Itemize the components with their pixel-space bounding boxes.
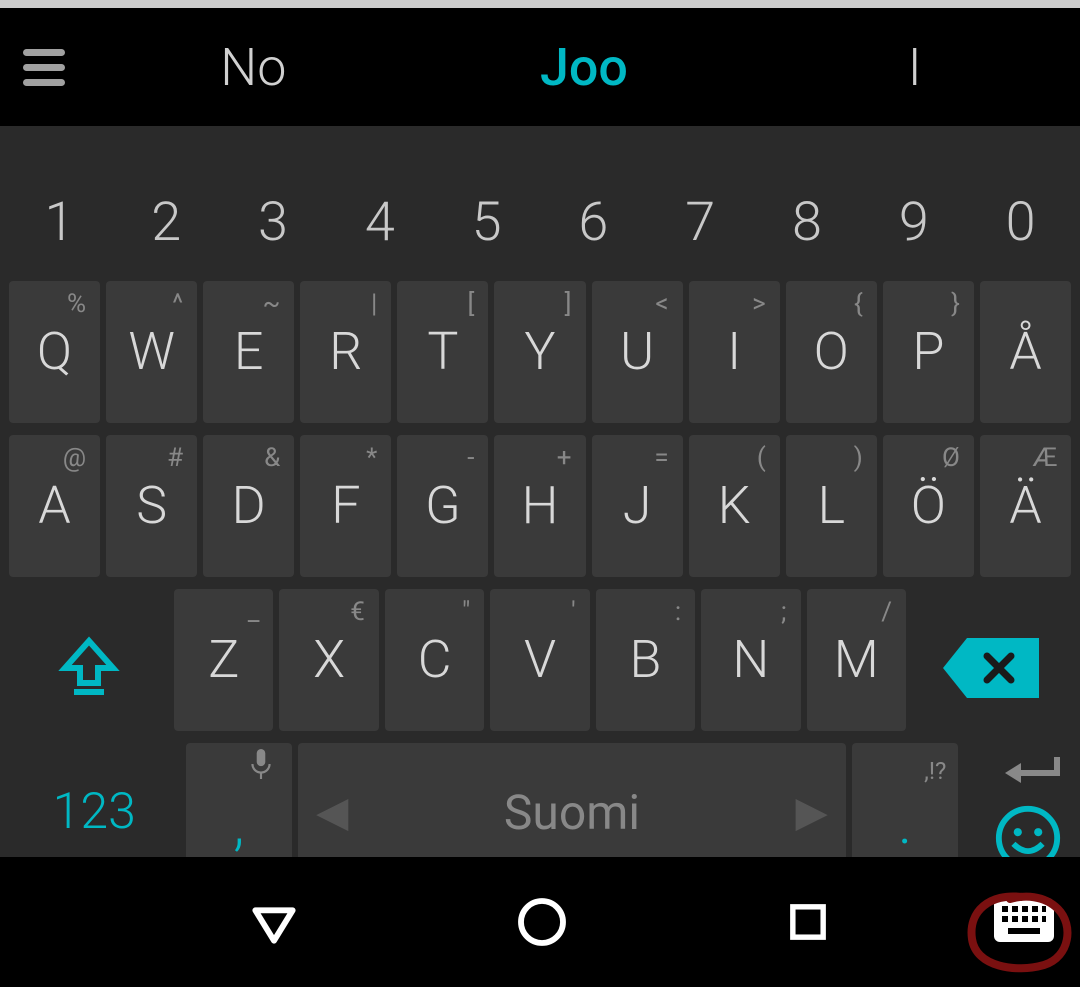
- suggestion-right[interactable]: I: [749, 37, 1080, 98]
- mic-icon: [250, 749, 272, 783]
- key-i[interactable]: >I: [689, 281, 780, 423]
- key-9[interactable]: 9: [863, 159, 964, 269]
- key-f[interactable]: *F: [300, 435, 391, 577]
- key-x[interactable]: €X: [279, 589, 378, 731]
- key-y[interactable]: ]Y: [494, 281, 585, 423]
- keyboard: 1 2 3 4 5 6 7 8 9 0 %Q ^W ~E |R [T ]Y <U…: [0, 126, 1080, 857]
- key-2[interactable]: 2: [116, 159, 217, 269]
- key-e[interactable]: ~E: [203, 281, 294, 423]
- punctuation-label: ,!?: [924, 757, 946, 785]
- key-7[interactable]: 7: [650, 159, 751, 269]
- letter-row-1: %Q ^W ~E |R [T ]Y <U >I {O }P Å: [0, 278, 1080, 426]
- key-6[interactable]: 6: [543, 159, 644, 269]
- key-m[interactable]: /M: [807, 589, 906, 731]
- number-row: 1 2 3 4 5 6 7 8 9 0: [0, 156, 1080, 272]
- key-l[interactable]: )L: [786, 435, 877, 577]
- key-c[interactable]: "C: [385, 589, 484, 731]
- back-button[interactable]: [246, 894, 302, 950]
- app-background-strip: [0, 0, 1080, 8]
- key-q[interactable]: %Q: [9, 281, 100, 423]
- key-adia[interactable]: ÆÄ: [980, 435, 1071, 577]
- key-n[interactable]: ;N: [701, 589, 800, 731]
- menu-icon[interactable]: [0, 8, 88, 126]
- next-language-icon: ▶: [795, 787, 827, 837]
- key-t[interactable]: [T: [397, 281, 488, 423]
- key-5[interactable]: 5: [436, 159, 537, 269]
- home-button[interactable]: [514, 894, 570, 950]
- prev-language-icon: ◀: [316, 787, 348, 837]
- key-d[interactable]: &D: [203, 435, 294, 577]
- key-8[interactable]: 8: [757, 159, 858, 269]
- suggestion-bar: No Joo I: [0, 8, 1080, 126]
- backspace-key[interactable]: [912, 589, 1071, 731]
- back-icon: [246, 894, 302, 950]
- key-g[interactable]: -G: [397, 435, 488, 577]
- letter-row-3: _Z €X "C 'V :B ;N /M: [0, 586, 1080, 734]
- home-icon: [514, 894, 570, 950]
- keyboard-icon: [992, 895, 1056, 945]
- key-s[interactable]: #S: [106, 435, 197, 577]
- key-b[interactable]: :B: [596, 589, 695, 731]
- key-k[interactable]: (K: [689, 435, 780, 577]
- shift-icon: [53, 632, 125, 704]
- key-r[interactable]: |R: [300, 281, 391, 423]
- backspace-icon: [943, 638, 1039, 698]
- keyboard-switch-button[interactable]: [992, 895, 1056, 949]
- key-0[interactable]: 0: [970, 159, 1071, 269]
- suggestion-center[interactable]: Joo: [419, 37, 750, 98]
- key-h[interactable]: +H: [494, 435, 585, 577]
- key-u[interactable]: <U: [592, 281, 683, 423]
- letter-row-2: @A #S &D *F -G +H =J (K )L ØÖ ÆÄ: [0, 432, 1080, 580]
- key-4[interactable]: 4: [329, 159, 430, 269]
- key-j[interactable]: =J: [592, 435, 683, 577]
- navigation-bar: [0, 857, 1080, 987]
- key-z[interactable]: _Z: [174, 589, 273, 731]
- key-p[interactable]: }P: [883, 281, 974, 423]
- key-a[interactable]: @A: [9, 435, 100, 577]
- key-o[interactable]: {O: [786, 281, 877, 423]
- space-language-label: Suomi: [504, 784, 640, 841]
- key-odia[interactable]: ØÖ: [883, 435, 974, 577]
- key-w[interactable]: ^W: [106, 281, 197, 423]
- recents-icon: [782, 896, 834, 948]
- key-1[interactable]: 1: [9, 159, 110, 269]
- recents-button[interactable]: [782, 896, 834, 948]
- enter-icon: [1001, 753, 1061, 793]
- key-aring[interactable]: Å: [980, 281, 1071, 423]
- key-3[interactable]: 3: [223, 159, 324, 269]
- suggestion-left[interactable]: No: [88, 37, 419, 98]
- key-v[interactable]: 'V: [490, 589, 589, 731]
- shift-key[interactable]: [9, 589, 168, 731]
